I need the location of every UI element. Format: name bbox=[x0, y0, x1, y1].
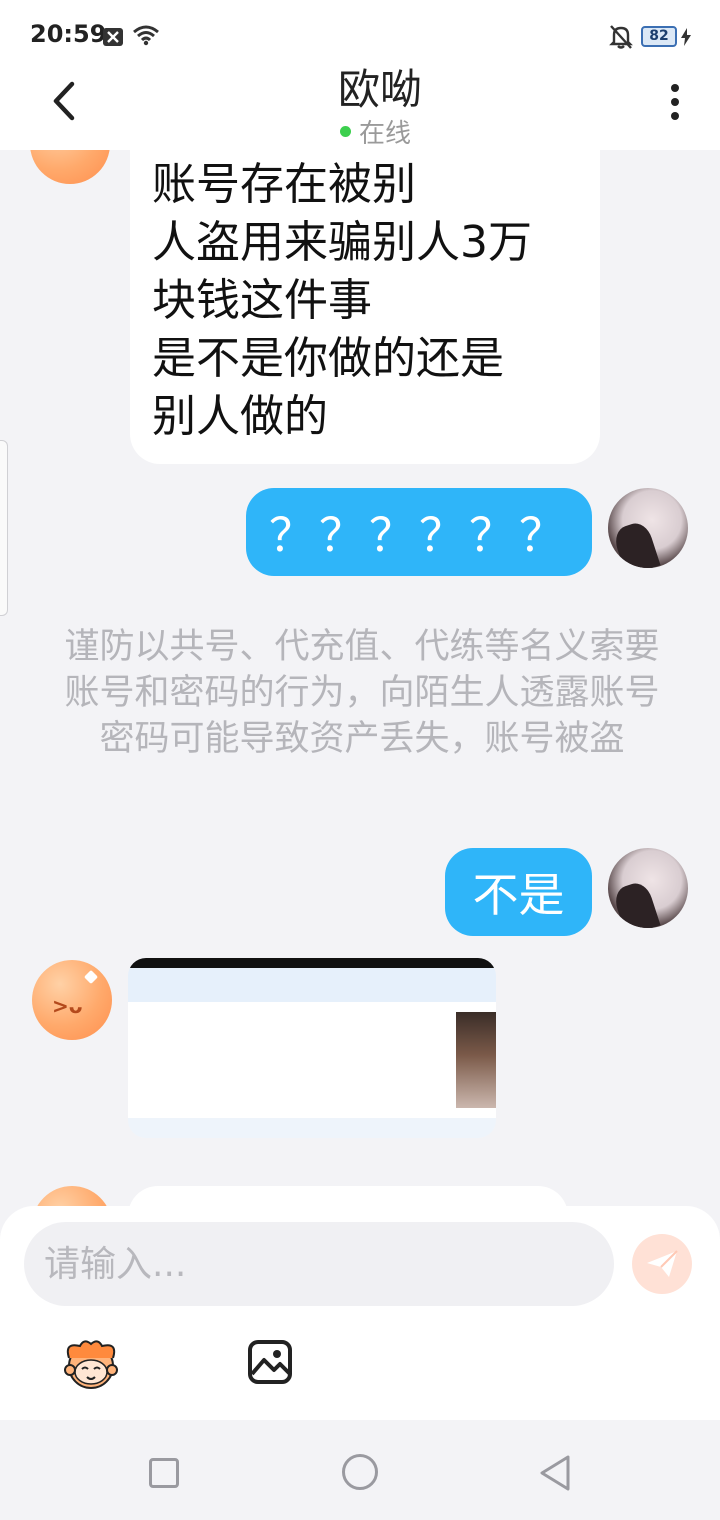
avatar-face: >ᴗ bbox=[52, 994, 83, 1018]
chat-title: 欧呦 bbox=[337, 65, 422, 114]
contact-avatar[interactable]: >ᴗ bbox=[32, 960, 112, 1040]
message-line: 人盗用来骗别人3万 bbox=[152, 217, 532, 268]
chat-header: 欧呦 在线 bbox=[0, 65, 720, 150]
back-triangle-icon[interactable] bbox=[538, 1454, 572, 1492]
message-bubble-me[interactable]: 不是 bbox=[445, 848, 592, 936]
send-icon bbox=[647, 1250, 678, 1277]
message-input[interactable] bbox=[24, 1222, 614, 1306]
more-vertical-icon[interactable] bbox=[663, 84, 687, 124]
side-handle[interactable] bbox=[0, 440, 8, 616]
online-status: 在线 bbox=[340, 116, 411, 149]
online-dot bbox=[340, 125, 351, 137]
image-message[interactable] bbox=[128, 958, 496, 1138]
notification-x-icon bbox=[103, 28, 123, 46]
battery-icon: 82 bbox=[641, 26, 677, 47]
system-nav-bar bbox=[0, 1420, 720, 1520]
message-bubble-me[interactable]: ？？？？？？ bbox=[246, 488, 592, 576]
wifi-icon bbox=[133, 25, 159, 46]
bell-muted-icon bbox=[609, 25, 633, 49]
online-label: 在线 bbox=[359, 118, 412, 149]
my-avatar[interactable] bbox=[608, 488, 688, 568]
image-icon[interactable] bbox=[246, 1338, 294, 1386]
send-button[interactable] bbox=[632, 1234, 692, 1294]
message-line: 别人做的 bbox=[152, 391, 328, 442]
message-line: 是不是你做的还是 bbox=[152, 333, 504, 384]
composer bbox=[0, 1206, 720, 1420]
chat-messages[interactable]: 账号存在被别 人盗用来骗别人3万 块钱这件事 是不是你做的还是 别人做的 ？？？… bbox=[0, 150, 720, 1210]
contact-avatar[interactable] bbox=[30, 150, 110, 184]
sparkle-icon bbox=[83, 969, 99, 985]
my-avatar[interactable] bbox=[608, 848, 688, 928]
message-bubble-contact[interactable]: 账号存在被别 人盗用来骗别人3万 块钱这件事 是不是你做的还是 别人做的 bbox=[130, 150, 600, 464]
charging-icon bbox=[681, 28, 691, 46]
message-line: 账号存在被别 bbox=[152, 159, 416, 210]
emoji-icon[interactable] bbox=[60, 1336, 122, 1392]
recent-apps-button[interactable] bbox=[149, 1458, 179, 1488]
status-time: 20:59 bbox=[30, 20, 107, 48]
message-line: 块钱这件事 bbox=[152, 275, 372, 326]
home-button[interactable] bbox=[342, 1454, 378, 1490]
safety-notice: 谨防以共号、代充值、代练等名义索要账号和密码的行为，向陌生人透露账号密码可能导致… bbox=[64, 627, 660, 759]
